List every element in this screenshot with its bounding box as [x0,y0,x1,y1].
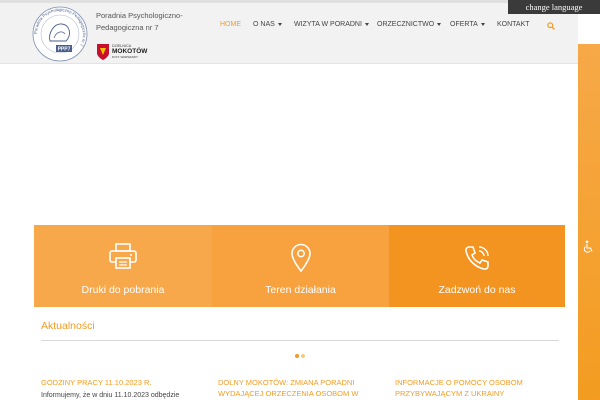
map-pin-icon [290,243,311,273]
nav-orzecznictwo[interactable]: ORZECZNICTWO [377,20,442,30]
feature-label: Teren działania [265,284,336,296]
nav-label: OFERTA [450,21,478,28]
crest-icon [97,44,109,60]
carousel-dot[interactable] [301,354,305,358]
news-item-title[interactable]: INFORMACJE O POMOCY OSOBOM PRZYBYWAJĄCYM… [395,377,540,399]
nav-label: WIZYTA W PORADNI [294,21,362,28]
change-language-button[interactable]: change language [508,0,600,14]
nav-label: HOME [220,21,241,28]
feature-label: Druki do pobrania [81,284,165,296]
feature-forms[interactable]: Druki do pobrania [34,225,212,307]
chevron-down-icon [277,22,282,26]
printer-icon [109,243,137,269]
feature-call[interactable]: Zadzwoń do nas [389,225,565,307]
carousel-dot[interactable] [295,354,299,358]
nav-label: O NAS [253,21,275,28]
news-item-title[interactable]: GODZINY PRACY 11.10.2023 R. [41,377,181,388]
feature-area[interactable]: Teren działania [212,225,389,307]
feature-label: Zadzwoń do nas [438,284,516,296]
nav-label: ORZECZNICTWO [377,21,435,28]
search-icon[interactable] [547,22,555,30]
hero-banner [0,64,578,225]
wheelchair-icon[interactable] [582,240,594,254]
news-item-text: Informujemy, że w dniu 11.10.2023 odbędz… [41,392,180,399]
divider [41,340,559,341]
chevron-down-icon [437,22,442,26]
logo[interactable]: Poradnia Psychologiczno-Pedagogiczna nr … [30,5,90,63]
accessibility-strip [578,44,600,400]
nav-label: KONTAKT [497,21,530,28]
nav-home[interactable]: HOME [220,20,241,30]
brand-name[interactable]: Poradnia Psychologiczno-Pedagogiczna nr … [96,10,206,34]
district-name: MOKOTÓW [112,48,148,55]
phone-icon [465,246,489,270]
nav-wizyta[interactable]: WIZYTA W PORADNI [294,20,369,30]
chevron-down-icon [364,22,369,26]
page: Poradnia Psychologiczno-Pedagogiczna nr … [0,0,600,400]
news-item-title[interactable]: DOLNY MOKOTÓW: ZMIANA PORADNI WYDAJĄCEJ … [218,377,363,399]
news-section-title: Aktualności [41,320,95,332]
nav-o-nas[interactable]: O NAS [253,20,282,30]
nav-oferta[interactable]: OFERTA [450,20,485,30]
site-header: Poradnia Psychologiczno-Pedagogiczna nr … [0,3,578,64]
chevron-down-icon [480,22,485,26]
district-logo[interactable]: DZIELNICA MOKOTÓW M.ST. WARSZAWY [96,43,156,65]
logo-badge: PPP7 [58,47,71,53]
district-sub: M.ST. WARSZAWY [112,55,138,59]
nav-kontakt[interactable]: KONTAKT [497,20,530,30]
